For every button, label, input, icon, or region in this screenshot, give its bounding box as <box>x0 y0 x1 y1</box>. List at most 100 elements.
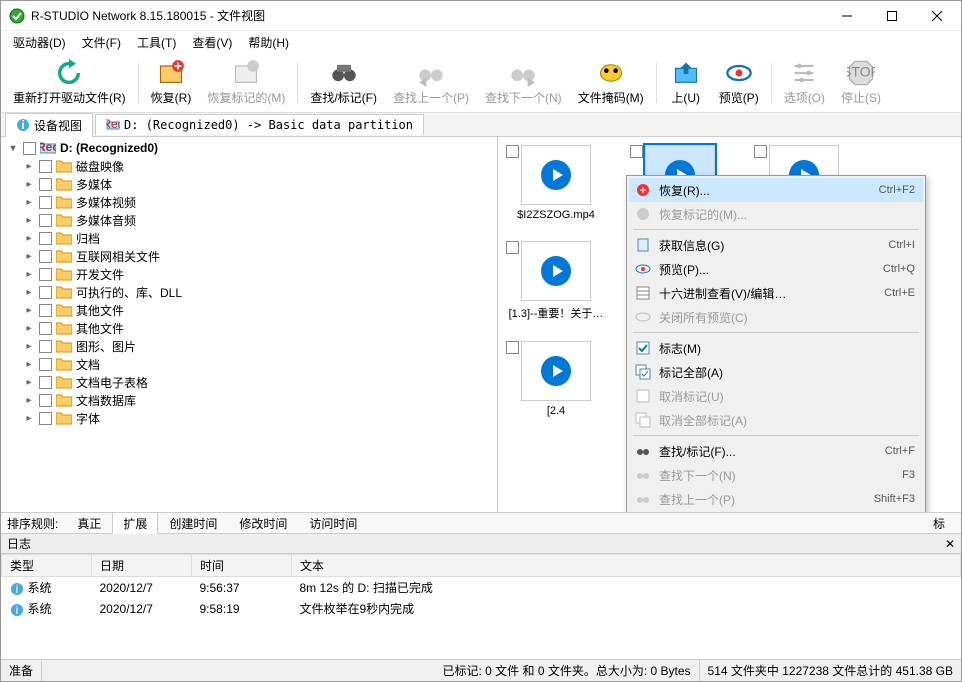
tree-item[interactable]: ▸其他文件 <box>3 301 495 319</box>
ctx-file-mask[interactable]: 文件掩码(M)...Ctrl+M <box>629 511 923 512</box>
expand-icon[interactable]: ▸ <box>23 323 35 334</box>
checkbox[interactable] <box>39 304 52 317</box>
tree-item[interactable]: ▸文档数据库 <box>3 391 495 409</box>
tree-item[interactable]: ▸磁盘映像 <box>3 157 495 175</box>
file-item[interactable]: [1.3]--重要！关于… <box>506 241 606 321</box>
checkbox[interactable] <box>39 268 52 281</box>
ctx-close-previews[interactable]: 关闭所有预览(C) <box>629 305 923 329</box>
folder-tree[interactable]: ▾ Rec D: (Recognized0) ▸磁盘映像▸多媒体▸多媒体视频▸多… <box>1 137 498 512</box>
checkbox[interactable] <box>39 412 52 425</box>
sort-right[interactable]: 标 <box>923 513 955 534</box>
expand-icon[interactable]: ▸ <box>23 197 35 208</box>
checkbox[interactable] <box>506 241 519 254</box>
ctx-preview[interactable]: 预览(P)...Ctrl+Q <box>629 257 923 281</box>
expand-icon[interactable]: ▸ <box>23 377 35 388</box>
tree-item[interactable]: ▸多媒体音频 <box>3 211 495 229</box>
menu-view[interactable]: 查看(V) <box>184 32 240 53</box>
tree-item[interactable]: ▸归档 <box>3 229 495 247</box>
ctx-get-info[interactable]: 获取信息(G)Ctrl+I <box>629 233 923 257</box>
checkbox[interactable] <box>39 178 52 191</box>
checkbox[interactable] <box>39 340 52 353</box>
log-close-button[interactable]: ✕ <box>945 537 955 551</box>
checkbox[interactable] <box>39 214 52 227</box>
checkbox[interactable] <box>39 160 52 173</box>
minimize-button[interactable] <box>824 1 869 30</box>
sort-atime[interactable]: 访问时间 <box>298 512 368 535</box>
tree-item[interactable]: ▸多媒体视频 <box>3 193 495 211</box>
tree-item[interactable]: ▸字体 <box>3 409 495 427</box>
sort-ext[interactable]: 扩展 <box>112 512 158 535</box>
log-col-text[interactable]: 文本 <box>292 555 961 577</box>
reopen-drive-button[interactable]: 重新打开驱动文件(R) <box>5 57 134 108</box>
checkbox[interactable] <box>39 250 52 263</box>
find-next-button[interactable]: 查找下一个(N) <box>477 57 570 108</box>
log-col-time[interactable]: 时间 <box>192 555 292 577</box>
tree-item[interactable]: ▸互联网相关文件 <box>3 247 495 265</box>
tree-item[interactable]: ▸文档电子表格 <box>3 373 495 391</box>
checkbox[interactable] <box>39 286 52 299</box>
expand-icon[interactable]: ▸ <box>23 161 35 172</box>
expand-icon[interactable]: ▸ <box>23 251 35 262</box>
checkbox[interactable] <box>630 145 643 158</box>
expand-icon[interactable]: ▸ <box>23 215 35 226</box>
expand-icon[interactable]: ▸ <box>23 413 35 424</box>
recover-marked-button[interactable]: 恢复标记的(M) <box>199 57 293 108</box>
checkbox[interactable] <box>39 394 52 407</box>
expand-icon[interactable]: ▸ <box>23 341 35 352</box>
ctx-find-next[interactable]: 查找下一个(N)F3 <box>629 463 923 487</box>
expand-icon[interactable]: ▸ <box>23 179 35 190</box>
tree-item[interactable]: ▸文档 <box>3 355 495 373</box>
menu-tools[interactable]: 工具(T) <box>129 32 184 53</box>
recover-button[interactable]: 恢复(R) <box>143 57 200 108</box>
tree-item[interactable]: ▸其他文件 <box>3 319 495 337</box>
log-row[interactable]: i系统2020/12/79:58:19文件枚举在9秒内完成 <box>2 598 961 619</box>
stop-button[interactable]: STOP停止(S) <box>833 57 889 108</box>
checkbox[interactable] <box>506 145 519 158</box>
find-prev-button[interactable]: 查找上一个(P) <box>385 57 477 108</box>
tree-item[interactable]: ▸开发文件 <box>3 265 495 283</box>
file-pane[interactable]: $I2ZSZOG.mp4[1.[1.3]--重要！关于…[2.[2.3]--掌握… <box>498 137 961 512</box>
sort-mtime[interactable]: 修改时间 <box>228 512 298 535</box>
tree-root[interactable]: ▾ Rec D: (Recognized0) <box>3 139 495 157</box>
close-button[interactable] <box>914 1 959 30</box>
expand-icon[interactable]: ▸ <box>23 233 35 244</box>
log-col-type[interactable]: 类型 <box>2 555 92 577</box>
preview-button[interactable]: 预览(P) <box>711 57 767 108</box>
expand-icon[interactable]: ▸ <box>23 287 35 298</box>
checkbox[interactable] <box>39 376 52 389</box>
ctx-unmark-all[interactable]: 取消全部标记(A) <box>629 408 923 432</box>
menu-file[interactable]: 文件(F) <box>74 32 129 53</box>
file-mask-button[interactable]: 文件掩码(M) <box>570 57 652 108</box>
sort-ctime[interactable]: 创建时间 <box>158 512 228 535</box>
ctx-mark[interactable]: 标志(M) <box>629 336 923 360</box>
ctx-hex-view[interactable]: 十六进制查看(V)/编辑…Ctrl+E <box>629 281 923 305</box>
collapse-icon[interactable]: ▾ <box>7 143 19 154</box>
file-item[interactable]: $I2ZSZOG.mp4 <box>506 145 606 221</box>
device-view-tab[interactable]: i 设备视图 <box>5 113 93 137</box>
checkbox[interactable] <box>506 341 519 354</box>
checkbox[interactable] <box>39 358 52 371</box>
checkbox[interactable] <box>39 196 52 209</box>
tree-item[interactable]: ▸可执行的、库、DLL <box>3 283 495 301</box>
find-mark-button[interactable]: 查找/标记(F) <box>302 57 385 108</box>
menu-drive[interactable]: 驱动器(D) <box>5 32 74 53</box>
checkbox[interactable] <box>754 145 767 158</box>
options-button[interactable]: 选项(O) <box>776 57 833 108</box>
ctx-find-prev[interactable]: 查找上一个(P)Shift+F3 <box>629 487 923 511</box>
menu-help[interactable]: 帮助(H) <box>240 32 297 53</box>
expand-icon[interactable]: ▸ <box>23 269 35 280</box>
ctx-unmark[interactable]: 取消标记(U) <box>629 384 923 408</box>
tree-item[interactable]: ▸多媒体 <box>3 175 495 193</box>
checkbox[interactable] <box>39 232 52 245</box>
up-button[interactable]: 上(U) <box>661 57 711 108</box>
ctx-find-mark[interactable]: 查找/标记(F)...Ctrl+F <box>629 439 923 463</box>
tree-item[interactable]: ▸图形、图片 <box>3 337 495 355</box>
expand-icon[interactable]: ▸ <box>23 395 35 406</box>
file-item[interactable]: [2.4 <box>506 341 606 417</box>
ctx-recover[interactable]: 恢复(R)...Ctrl+F2 <box>629 178 923 202</box>
partition-tab[interactable]: Rec D: (Recognized0) -> Basic data parti… <box>95 114 424 135</box>
expand-icon[interactable]: ▸ <box>23 305 35 316</box>
sort-real[interactable]: 真正 <box>66 512 112 535</box>
log-row[interactable]: i系统2020/12/79:56:378m 12s 的 D: 扫描已完成 <box>2 577 961 599</box>
ctx-mark-all[interactable]: 标记全部(A) <box>629 360 923 384</box>
